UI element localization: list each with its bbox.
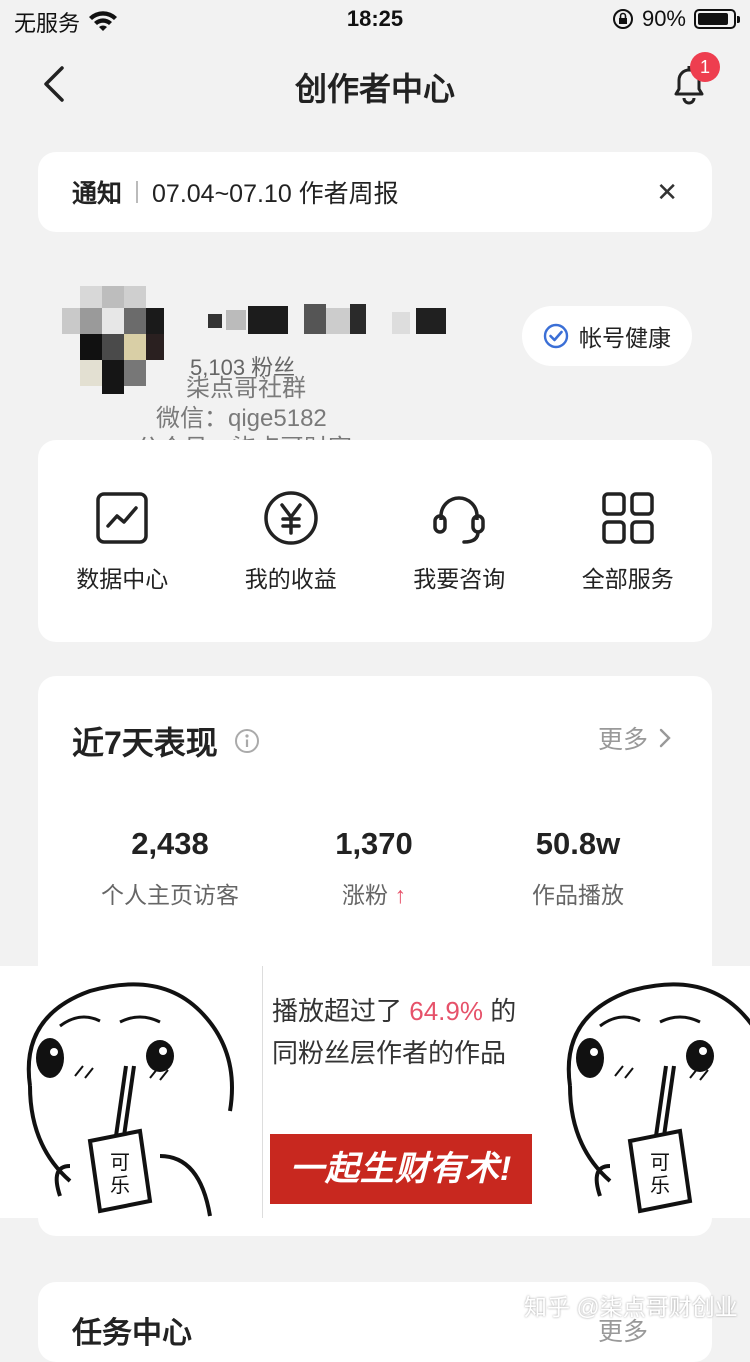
check-circle-icon xyxy=(543,323,569,349)
promo-banner: 一起生财有术! xyxy=(270,1134,532,1204)
stat-plays[interactable]: 50.8w 作品播放 xyxy=(468,826,688,910)
battery-percent: 90% xyxy=(641,6,686,31)
meme-image-right: 可 乐 xyxy=(540,966,750,1218)
stat-label: 涨粉 xyxy=(342,882,389,908)
stat-label: 作品播放 xyxy=(532,882,624,908)
more-label: 更多 xyxy=(598,726,649,754)
task-center-title: 任务中心 xyxy=(72,1317,192,1350)
account-health-button[interactable]: 帐号健康 xyxy=(522,306,692,366)
chevron-right-icon xyxy=(659,728,671,748)
info-icon[interactable] xyxy=(234,728,260,754)
account-health-label: 帐号健康 xyxy=(579,325,671,351)
service-consult[interactable]: 我要咨询 xyxy=(384,490,534,594)
service-label: 数据中心 xyxy=(76,566,169,592)
play-comparison-text: 播放超过了 64.9% 的 同粉丝层作者的作品 xyxy=(272,990,542,1074)
battery-fill xyxy=(698,13,729,25)
service-all[interactable]: 全部服务 xyxy=(553,490,703,594)
cup-text-1: 可 xyxy=(650,1152,670,1174)
orientation-lock-icon xyxy=(612,9,633,29)
stat-value: 2,438 xyxy=(131,826,209,861)
stat-label: 个人主页访客 xyxy=(101,882,239,908)
meme-image-left: 可 乐 xyxy=(0,966,262,1218)
service-label: 全部服务 xyxy=(581,566,674,592)
chart-icon xyxy=(96,492,148,544)
performance-title: 近7天表现 xyxy=(72,725,218,761)
yen-icon xyxy=(264,491,318,545)
page-title: 创作者中心 xyxy=(294,71,455,107)
service-label: 我的收益 xyxy=(244,566,337,592)
notice-bar[interactable]: 通知 07.04~07.10 作者周报 ✕ xyxy=(38,152,712,232)
avatar[interactable] xyxy=(62,282,166,398)
comparison-prefix: 播放超过了 xyxy=(272,996,403,1026)
notice-tag: 通知 xyxy=(72,180,123,208)
meme-face-drawing: 可 乐 xyxy=(566,982,750,1214)
cup-text-2: 乐 xyxy=(650,1174,670,1197)
meme-face-drawing: 可 乐 xyxy=(26,982,234,1217)
stat-value: 50.8w xyxy=(535,826,621,861)
cup-text-1: 可 xyxy=(110,1152,130,1174)
nickname-blurred xyxy=(208,304,446,334)
service-grid: 数据中心 我的收益 我要咨询 全部服务 xyxy=(38,440,712,642)
stat-value: 1,370 xyxy=(335,826,413,861)
comparison-line-2: 同粉丝层作者的作品 xyxy=(272,1038,507,1068)
comparison-percent: 64.9% xyxy=(409,996,483,1026)
performance-header: 近7天表现 xyxy=(72,718,260,764)
service-label: 我要咨询 xyxy=(413,566,506,592)
cup-text-2: 乐 xyxy=(110,1174,130,1197)
notification-badge: 1 xyxy=(690,52,720,82)
meme-divider xyxy=(262,966,263,1218)
service-data-center[interactable]: 数据中心 xyxy=(47,490,197,594)
status-bar-right: 90% xyxy=(612,6,740,32)
stat-new-fans[interactable]: 1,370 涨粉 ↑ xyxy=(264,826,484,910)
grid-icon xyxy=(602,492,654,544)
notice-divider xyxy=(136,181,139,203)
performance-more-link[interactable]: 更多 xyxy=(598,720,672,756)
notice-text[interactable]: 07.04~07.10 作者周报 xyxy=(152,174,656,210)
stat-visitors[interactable]: 2,438 个人主页访客 xyxy=(60,826,280,910)
site-watermark: 知乎 @柒点哥财创业 xyxy=(524,1294,738,1320)
comparison-suffix: 的 xyxy=(490,996,517,1026)
headset-icon xyxy=(433,496,485,544)
battery-icon xyxy=(694,9,740,29)
service-my-earnings[interactable]: 我的收益 xyxy=(216,490,366,594)
trend-up-icon: ↑ xyxy=(394,882,406,908)
stat-label-row: 涨粉 ↑ xyxy=(264,876,484,910)
close-icon[interactable]: ✕ xyxy=(656,177,678,208)
